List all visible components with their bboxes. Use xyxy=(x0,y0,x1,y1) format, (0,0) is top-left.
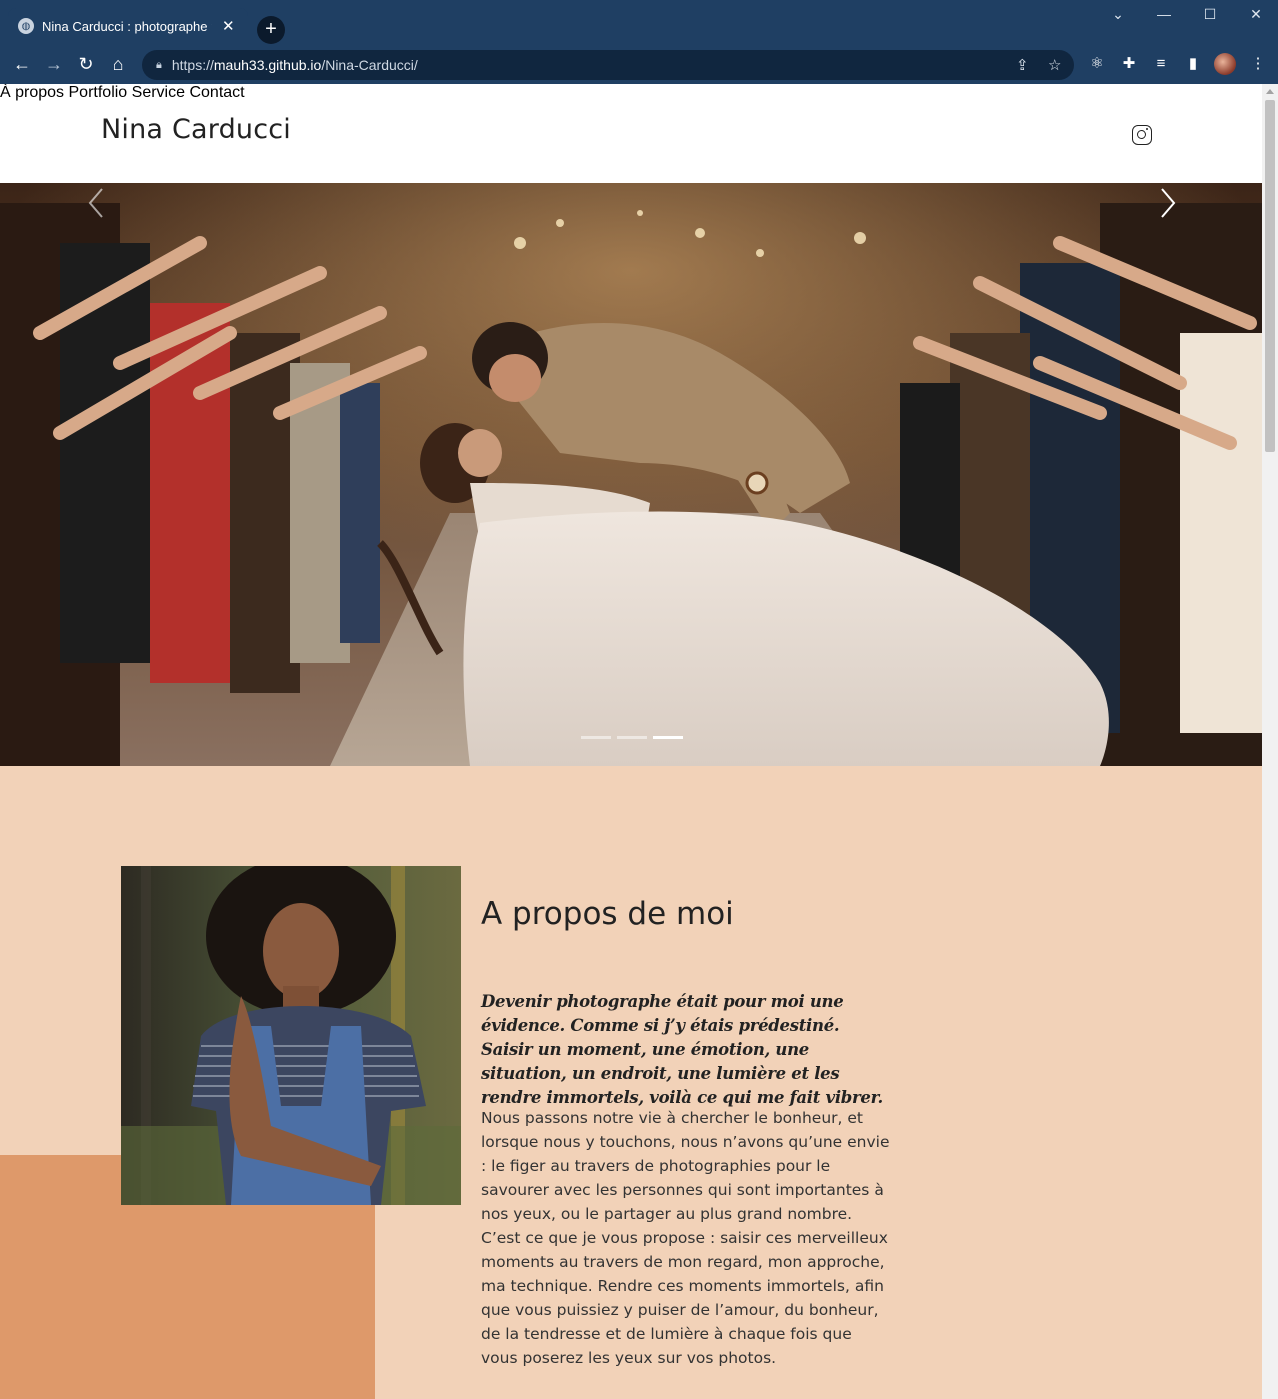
share-icon[interactable]: ⇪ xyxy=(1016,56,1029,74)
star-icon[interactable]: ☆ xyxy=(1048,56,1061,74)
react-devtools-icon[interactable]: ⚛ xyxy=(1087,54,1107,74)
carousel-indicator[interactable] xyxy=(581,736,611,739)
new-tab-button[interactable]: + xyxy=(257,16,285,44)
hero-carousel xyxy=(0,183,1262,766)
media-control-icon[interactable]: ≡ xyxy=(1151,54,1171,74)
scroll-thumb[interactable] xyxy=(1265,100,1275,452)
browser-tab[interactable]: ◍ Nina Carducci : photographe pas ✕ xyxy=(8,8,248,44)
portrait-photo xyxy=(121,866,461,1205)
carousel-prev-icon[interactable] xyxy=(82,183,112,223)
nav-link-about[interactable]: À propos xyxy=(0,84,64,101)
tab-title: Nina Carducci : photographe pas xyxy=(42,18,212,34)
about-title: A propos de moi xyxy=(481,896,734,932)
lock-icon[interactable]: 🔒︎ xyxy=(156,59,162,72)
browser-toolbar: ← → ↻ ⌂ 🔒︎ https://mauh33.github.io/Nina… xyxy=(0,44,1278,84)
instagram-icon[interactable] xyxy=(1132,125,1152,145)
page-scrollbar[interactable] xyxy=(1262,84,1278,1399)
profile-avatar[interactable] xyxy=(1214,53,1236,75)
extensions-icon[interactable]: ✚ xyxy=(1119,54,1139,74)
minimize-button[interactable]: — xyxy=(1154,6,1174,22)
globe-icon: ◍ xyxy=(18,18,34,34)
carousel-indicators xyxy=(581,736,683,739)
about-text: Nous passons notre vie à chercher le bon… xyxy=(481,1109,890,1367)
scroll-up-icon[interactable] xyxy=(1266,89,1274,94)
side-panel-icon[interactable]: ▮ xyxy=(1183,54,1203,74)
close-tab-icon[interactable]: ✕ xyxy=(222,17,235,35)
carousel-indicator-active[interactable] xyxy=(653,736,683,739)
maximize-button[interactable]: ☐ xyxy=(1200,6,1220,23)
wedding-photo xyxy=(0,183,1262,766)
main-nav: À propos Portfolio Service Contact xyxy=(0,84,1262,102)
menu-icon[interactable]: ⋮ xyxy=(1248,54,1268,74)
site-header: Nina Carducci À propos Portfolio Service… xyxy=(0,84,1262,183)
carousel-indicator[interactable] xyxy=(617,736,647,739)
page-viewport: Nina Carducci À propos Portfolio Service… xyxy=(0,84,1278,1399)
reload-icon[interactable]: ↻ xyxy=(74,52,98,76)
site-logo[interactable]: Nina Carducci xyxy=(101,114,291,145)
tab-bar: ◍ Nina Carducci : photographe pas ✕ + ⌄ … xyxy=(0,0,1278,44)
forward-icon[interactable]: → xyxy=(42,52,66,76)
nav-link-contact[interactable]: Contact xyxy=(189,84,244,101)
carousel-next-icon[interactable] xyxy=(1152,183,1182,223)
about-quote: Devenir photographe était pour moi une é… xyxy=(481,992,883,1107)
browser-chrome: ◍ Nina Carducci : photographe pas ✕ + ⌄ … xyxy=(0,0,1278,84)
url-text: https://mauh33.github.io/Nina-Carducci/ xyxy=(171,57,418,73)
back-icon[interactable]: ← xyxy=(10,52,34,76)
address-bar[interactable]: 🔒︎ https://mauh33.github.io/Nina-Carducc… xyxy=(142,50,1074,80)
close-window-button[interactable]: ✕ xyxy=(1246,6,1266,23)
nav-link-service[interactable]: Service xyxy=(132,84,185,101)
nav-link-portfolio[interactable]: Portfolio xyxy=(69,84,128,101)
home-icon[interactable]: ⌂ xyxy=(106,52,130,76)
about-section: A propos de moi Devenir photographe étai… xyxy=(0,766,1262,1399)
tab-search-icon[interactable]: ⌄ xyxy=(1108,6,1128,23)
